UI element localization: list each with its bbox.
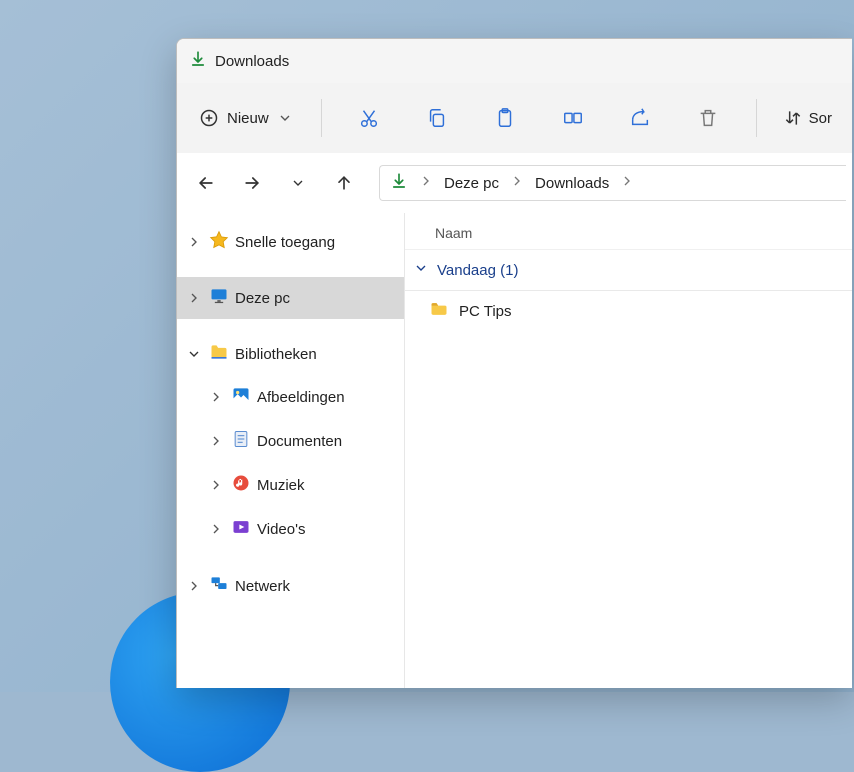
tree-item-label: Muziek	[257, 477, 305, 494]
tree-item-label: Netwerk	[235, 578, 290, 595]
tree-item-network[interactable]: Netwerk	[177, 565, 404, 607]
recent-locations-button[interactable]	[277, 162, 319, 204]
document-icon	[231, 429, 251, 453]
title-bar[interactable]: Downloads	[177, 39, 852, 83]
tree-item-quick-access[interactable]: Snelle toegang	[177, 221, 404, 263]
monitor-icon	[209, 286, 229, 310]
body: Snelle toegang Deze pc	[177, 213, 852, 688]
window-title: Downloads	[215, 53, 289, 70]
new-button-label: Nieuw	[227, 110, 269, 127]
rename-button[interactable]	[547, 97, 599, 139]
tree-item-label: Snelle toegang	[235, 234, 335, 251]
tree-item-pictures[interactable]: Afbeeldingen	[177, 375, 404, 419]
content-pane: Naam Vandaag (1) PC Tips	[405, 213, 852, 688]
back-button[interactable]	[185, 162, 227, 204]
separator	[756, 99, 757, 137]
chevron-right-icon[interactable]	[207, 433, 225, 449]
breadcrumb[interactable]: Deze pc Downloads	[379, 165, 846, 201]
tree-item-music[interactable]: Muziek	[177, 463, 404, 507]
video-icon	[231, 517, 251, 541]
toolbar: Nieuw	[177, 83, 852, 153]
chevron-down-icon[interactable]	[185, 346, 203, 362]
tree-item-label: Bibliotheken	[235, 346, 317, 363]
star-icon	[209, 230, 229, 254]
group-label: Vandaag (1)	[437, 262, 518, 279]
up-button[interactable]	[323, 162, 365, 204]
sort-button[interactable]: Sor	[773, 102, 842, 134]
chevron-right-icon[interactable]	[207, 521, 225, 537]
download-arrow-icon	[390, 172, 408, 194]
desktop-background: Downloads Nieuw	[0, 0, 854, 692]
cut-button[interactable]	[344, 97, 396, 139]
picture-icon	[231, 385, 251, 409]
chevron-right-icon[interactable]	[185, 578, 203, 594]
chevron-right-icon[interactable]	[185, 290, 203, 306]
tree-item-label: Video's	[257, 521, 305, 538]
separator	[321, 99, 322, 137]
navigation-row: Deze pc Downloads	[177, 153, 852, 213]
tree-item-documents[interactable]: Documenten	[177, 419, 404, 463]
tree-item-libraries[interactable]: Bibliotheken	[177, 333, 404, 375]
tree-item-label: Afbeeldingen	[257, 389, 345, 406]
chevron-right-icon	[418, 173, 434, 193]
folder-icon	[209, 342, 229, 366]
folder-icon	[429, 299, 449, 323]
tree-item-videos[interactable]: Video's	[177, 507, 404, 551]
music-icon	[231, 473, 251, 497]
navigation-pane: Snelle toegang Deze pc	[177, 213, 405, 688]
group-header[interactable]: Vandaag (1)	[405, 250, 852, 291]
breadcrumb-item[interactable]: Downloads	[535, 175, 609, 192]
chevron-down-icon	[413, 260, 429, 280]
chevron-right-icon[interactable]	[185, 234, 203, 250]
network-icon	[209, 574, 229, 598]
file-name: PC Tips	[459, 303, 512, 320]
explorer-window: Downloads Nieuw	[176, 38, 852, 688]
new-button[interactable]: Nieuw	[187, 102, 305, 134]
tree-item-label: Documenten	[257, 433, 342, 450]
share-button[interactable]	[614, 97, 666, 139]
sort-button-label: Sor	[809, 110, 832, 127]
tree-item-this-pc[interactable]: Deze pc	[177, 277, 404, 319]
forward-button[interactable]	[231, 162, 273, 204]
copy-button[interactable]	[411, 97, 463, 139]
download-arrow-icon	[189, 50, 207, 73]
file-item[interactable]: PC Tips	[405, 291, 852, 331]
delete-button[interactable]	[682, 97, 734, 139]
chevron-right-icon	[619, 173, 635, 193]
chevron-right-icon[interactable]	[207, 389, 225, 405]
chevron-right-icon[interactable]	[207, 477, 225, 493]
column-header-name[interactable]: Naam	[405, 217, 852, 250]
tree-item-label: Deze pc	[235, 290, 290, 307]
chevron-right-icon	[509, 173, 525, 193]
paste-button[interactable]	[479, 97, 531, 139]
breadcrumb-item[interactable]: Deze pc	[444, 175, 499, 192]
